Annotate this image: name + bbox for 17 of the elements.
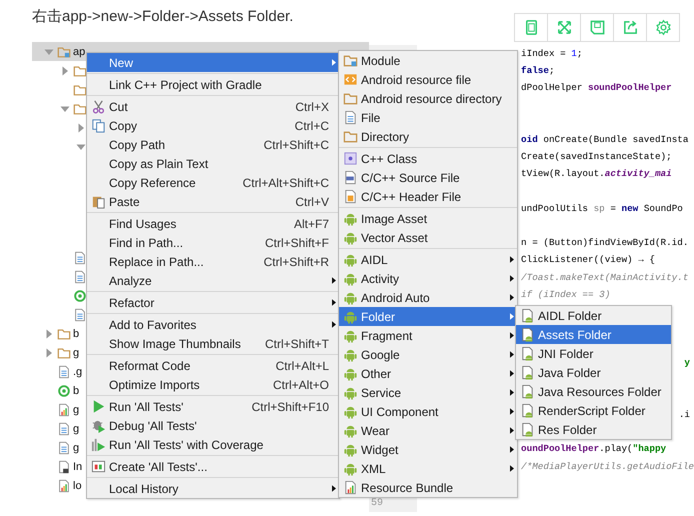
code-line: if (iIndex == 3) — [521, 288, 610, 300]
code-line: oid onCreate(Bundle savedInsta — [521, 134, 688, 146]
code-line: dPoolHelper soundPoolHelper — [521, 82, 672, 94]
caption-text: 右击app->new->Folder->Assets Folder. — [31, 7, 294, 27]
code-line: false; — [521, 65, 555, 76]
code-line: /Toast.makeText(MainActivity.t — [521, 272, 688, 283]
code-line: y — [684, 357, 690, 368]
code-line: ClickListener((view) → { — [521, 254, 655, 266]
code-line: undPoolUtils sp = new SoundPo — [521, 202, 683, 214]
code-line: .i — [678, 409, 690, 420]
code-line: Create(savedInstanceState); — [521, 151, 672, 162]
code-line: iIndex = 1; — [521, 48, 582, 60]
code-line: tView(R.layout.activity_mai — [521, 168, 672, 180]
code-line: oundPoolHelper.play("happy — [521, 443, 666, 454]
code-line: n = (Button)findViewById(R.id. — [521, 237, 688, 248]
code-line: /*MediaPlayerUtils.getAudioFile — [521, 460, 694, 472]
line-number: 59 — [371, 498, 384, 510]
